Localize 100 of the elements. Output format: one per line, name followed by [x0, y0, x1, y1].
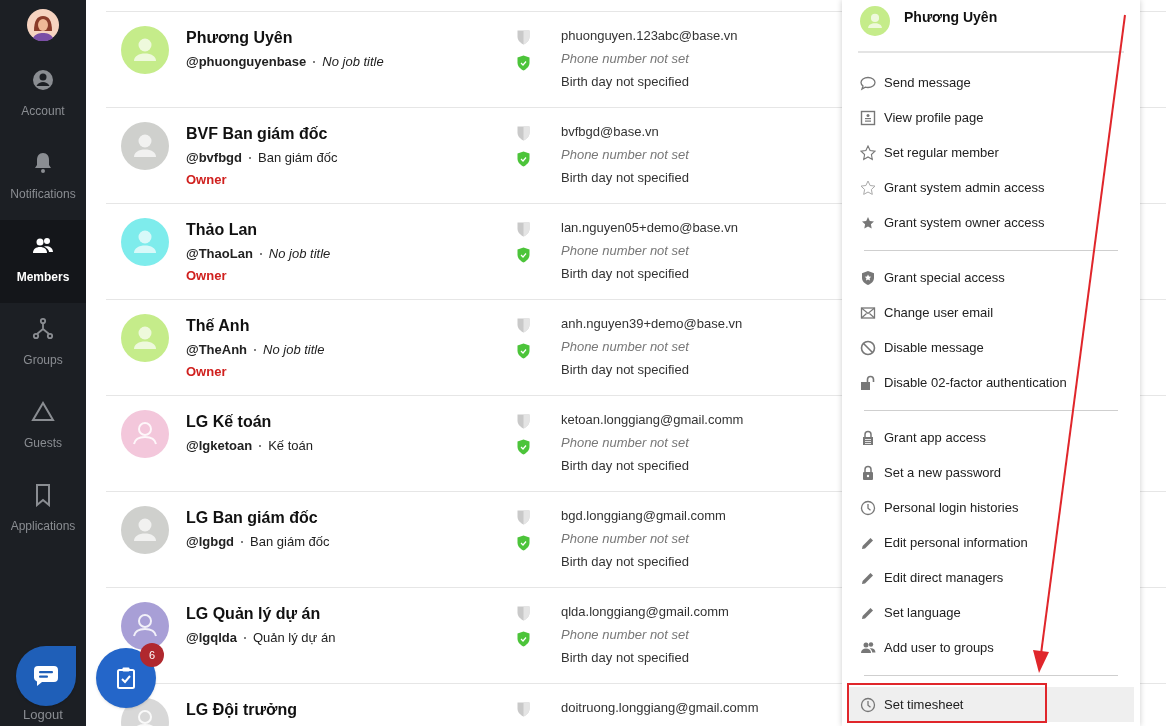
shield-icon [517, 221, 530, 237]
member-handle: @ThaoLan [186, 244, 253, 263]
clipboard-check-icon [117, 667, 135, 689]
sidebar-item[interactable]: Members [0, 220, 86, 303]
menu-item[interactable]: Personal login histories [848, 490, 1134, 525]
menu-item[interactable]: Add user to groups [848, 630, 1134, 665]
role-label: Owner [186, 363, 227, 381]
shield-check-icon [517, 535, 530, 551]
member-birthday: Birth day not specified [561, 457, 689, 475]
menu-item[interactable]: Grant app access [848, 420, 1134, 455]
member-phone: Phone number not set [561, 530, 689, 548]
member-name[interactable]: Phương Uyên [186, 28, 293, 48]
menu-item[interactable]: Set a new password [848, 455, 1134, 490]
menu-item[interactable]: Grant system admin access [848, 170, 1134, 205]
people-icon [860, 639, 876, 656]
member-birthday: Birth day not specified [561, 73, 689, 91]
menu-item[interactable]: Edit personal information [848, 525, 1134, 560]
member-email: ketoan.longgiang@gmail.comm [561, 411, 744, 429]
sidebar-item[interactable]: Account [0, 54, 86, 137]
shield-icon [517, 413, 530, 429]
member-handle: @phuonguyenbase [186, 52, 307, 71]
profile-card-icon [860, 109, 876, 126]
job-title: Ban giám đốc [258, 148, 338, 167]
menu-item[interactable]: Disable 02-factor authentication [848, 365, 1134, 400]
triangle-icon [31, 400, 55, 424]
member-email: bvfbgd@base.vn [561, 123, 659, 141]
menu-item[interactable]: View profile page [848, 100, 1134, 135]
logout-link[interactable]: Logout [23, 708, 63, 722]
shield-icon [517, 605, 530, 621]
padlock-icon [860, 429, 876, 446]
member-handle: @lgbgd [186, 532, 235, 551]
shield-check-icon [517, 151, 530, 167]
menu-item[interactable]: Set regular member [848, 135, 1134, 170]
sidebar-item[interactable]: Guests [0, 386, 86, 469]
shield-icon [517, 317, 530, 333]
member-phone: Phone number not set [561, 242, 689, 260]
member-birthday: Birth day not specified [561, 649, 689, 667]
shield-check-icon [517, 55, 530, 71]
account-icon [31, 68, 55, 92]
menu-item[interactable]: Disable message [848, 330, 1134, 365]
menu-item[interactable]: Grant system owner access [848, 205, 1134, 240]
member-birthday: Birth day not specified [561, 361, 689, 379]
chat-bubble-icon [860, 74, 876, 91]
shield-icon [517, 509, 530, 525]
member-phone: Phone number not set [561, 50, 689, 68]
shield-check-icon [517, 343, 530, 359]
shield-check-icon [517, 439, 530, 455]
clock-icon [860, 499, 876, 516]
menu-item[interactable]: Send message [848, 65, 1134, 100]
envelope-icon [860, 304, 876, 321]
member-handle: @lgketoan [186, 436, 253, 455]
member-phone: Phone number not set [561, 626, 689, 644]
shield-icon [517, 29, 530, 45]
member-name[interactable]: LG Đội trưởng [186, 700, 297, 720]
job-title: Ban giám đốc [250, 532, 330, 551]
member-phone: Phone number not set [561, 434, 689, 452]
shield-check-icon [517, 247, 530, 263]
star-icon [860, 179, 876, 196]
member-name[interactable]: LG Quản lý dự án [186, 604, 321, 624]
member-name[interactable]: Thế Anh [186, 316, 250, 336]
unlocked-padlock-icon [860, 374, 876, 391]
menu-item[interactable]: Grant special access [848, 260, 1134, 295]
menu-item[interactable]: Set timesheet [848, 687, 1134, 722]
member-email: doitruong.longgiang@gmail.comm [561, 699, 759, 717]
network-icon [31, 317, 55, 341]
menu-item[interactable]: Set language [848, 595, 1134, 630]
user-avatar[interactable] [27, 9, 59, 41]
menu-item[interactable]: Edit direct managers [848, 560, 1134, 595]
shield-icon [860, 269, 876, 286]
job-title: No job title [322, 52, 384, 71]
chat-icon [34, 666, 58, 686]
role-label: Owner [186, 267, 227, 285]
member-birthday: Birth day not specified [561, 265, 689, 283]
menu-item[interactable]: Change user email [848, 295, 1134, 330]
block-icon [860, 339, 876, 356]
member-birthday: Birth day not specified [561, 169, 689, 187]
shield-check-icon [517, 631, 530, 647]
member-name[interactable]: Thảo Lan [186, 220, 258, 240]
sidebar-item[interactable]: Applications [0, 469, 86, 552]
shield-icon [517, 701, 530, 717]
member-handle: @bvfbgd [186, 148, 242, 167]
member-phone: Phone number not set [561, 338, 689, 356]
member-name[interactable]: BVF Ban giám đốc [186, 124, 328, 144]
member-name[interactable]: LG Kế toán [186, 412, 272, 432]
clock-icon [860, 696, 876, 713]
job-title: Quản lý dự án [252, 628, 336, 647]
sidebar-item[interactable]: Notifications [0, 137, 86, 220]
task-button[interactable] [96, 648, 156, 708]
member-phone: Phone number not set [561, 146, 689, 164]
job-title: No job title [268, 244, 331, 263]
member-handle: @lgqlda [186, 628, 237, 647]
shield-icon [517, 125, 530, 141]
sidebar-item[interactable]: Groups [0, 303, 86, 386]
member-birthday: Birth day not specified [561, 553, 689, 571]
menu-user-name: Phương Uyên [904, 8, 998, 27]
padlock-icon [860, 464, 876, 481]
member-name[interactable]: LG Ban giám đốc [186, 508, 318, 528]
job-title: Kế toán [268, 436, 313, 455]
role-label: Owner [186, 171, 227, 189]
member-email: bgd.longgiang@gmail.comm [561, 507, 726, 525]
